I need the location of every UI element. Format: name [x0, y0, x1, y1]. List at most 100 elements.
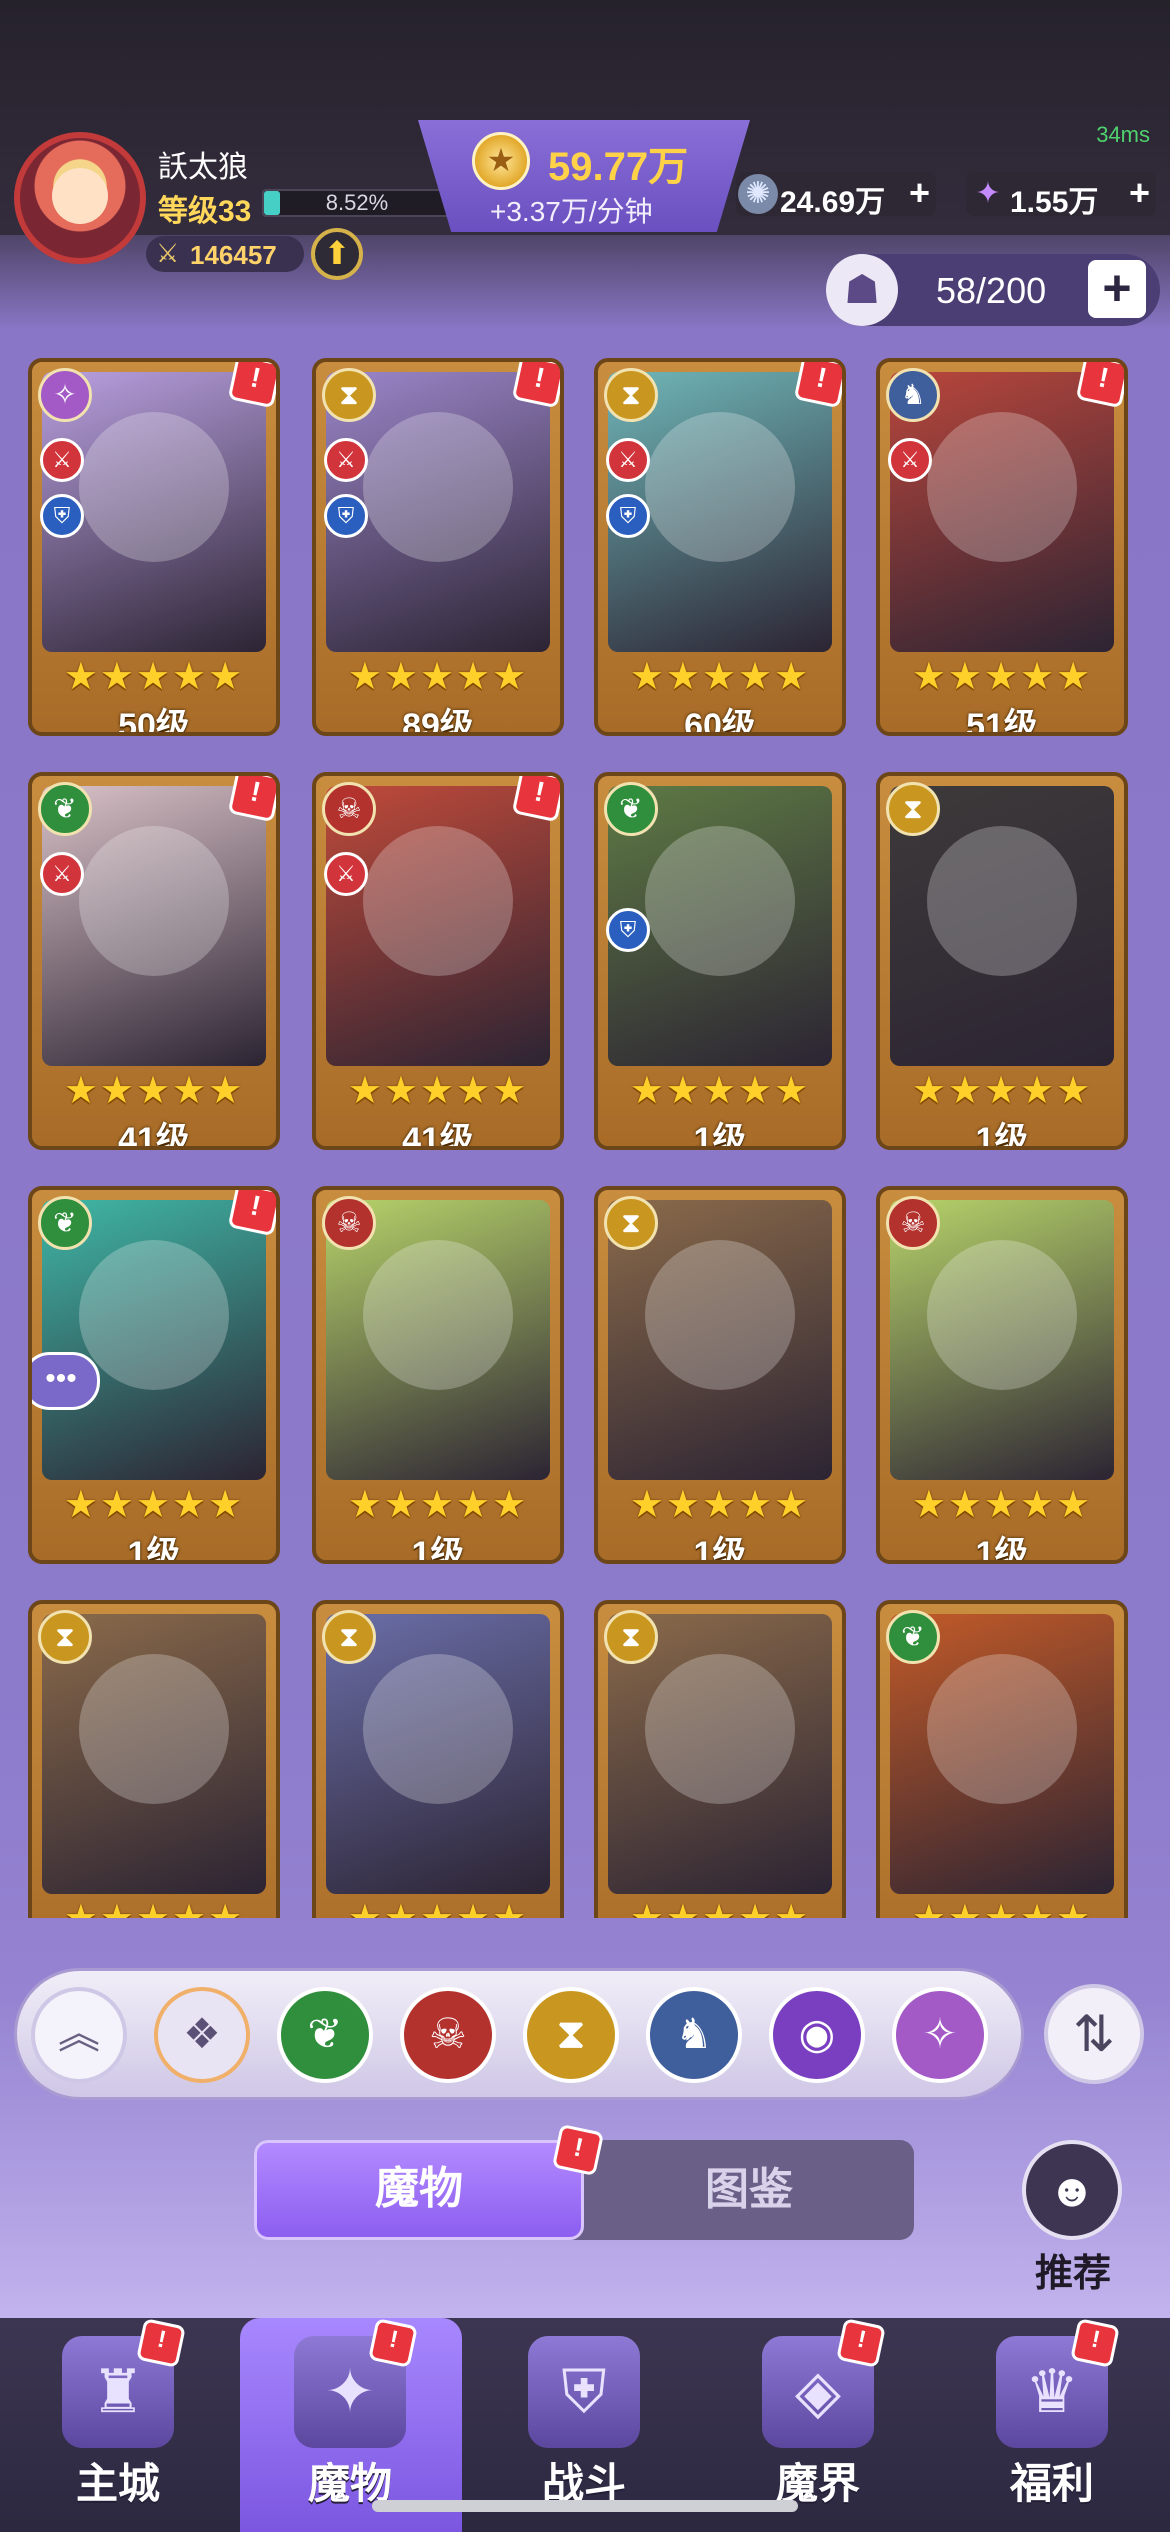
monster-card[interactable]: ⧗ ★★★★★ 1级: [876, 772, 1128, 1150]
nav-item[interactable]: ♛ 福利!: [952, 2318, 1152, 2532]
hourglass-icon: ⧗: [556, 2010, 586, 2057]
chaos-star-filter-button[interactable]: ✧: [892, 1987, 988, 2083]
diamond-grid-filter-button[interactable]: ❖: [154, 1987, 250, 2083]
faction-demon-icon: ☠: [886, 1196, 940, 1250]
demon-mask-filter-button[interactable]: ☠: [400, 1987, 496, 2083]
monster-card[interactable]: ☠ ⚔! ★★★★★ 41级: [312, 772, 564, 1150]
chaos-star-icon: ✧: [922, 2010, 958, 2057]
home-indicator: [372, 2500, 798, 2512]
dragon-icon: ♞: [675, 2010, 713, 2057]
exp-progress-bar: 8.52%: [262, 189, 452, 217]
monster-figure: [363, 1240, 513, 1390]
crystal-amount: 24.69万: [780, 186, 886, 219]
tab-monsters[interactable]: 魔物: [254, 2140, 584, 2240]
defense-role-icon: ⛨: [606, 908, 650, 952]
attack-role-icon: ⚔: [888, 438, 932, 482]
avatar-face: [52, 168, 108, 224]
nav-label: 主城: [75, 2460, 160, 2507]
gem-resource[interactable]: ✦ 1.55万 +: [966, 172, 1156, 219]
monster-card[interactable]: ⧗ ⚔ ⛨! ★★★★★ 60级: [594, 358, 846, 736]
diamond-grid-icon: ❖: [183, 2010, 221, 2057]
crystal-icon: ✺: [738, 174, 778, 214]
capacity-add-button[interactable]: +: [1088, 260, 1146, 318]
leaf-icon: ❦: [307, 2010, 343, 2057]
attack-role-icon: ⚔: [324, 438, 368, 482]
star-rating: ★★★★★: [347, 1484, 529, 1526]
player-name: 訞太狼: [158, 151, 248, 184]
monster-figure: [79, 826, 229, 976]
hourglass-filter-button[interactable]: ⧗: [523, 1987, 619, 2083]
recommend-button[interactable]: ☻: [1022, 2140, 1122, 2240]
monster-figure: [363, 1654, 513, 1804]
monster-figure: [79, 412, 229, 562]
monster-card[interactable]: ☠ ★★★★★ 1级: [876, 1186, 1128, 1564]
monster-card[interactable]: ❦! ••• ★★★★★ 1级: [28, 1186, 280, 1564]
nav-item[interactable]: ♜ 主城!: [18, 2318, 218, 2532]
tab-codex[interactable]: 图鉴: [584, 2140, 914, 2240]
exp-percent: 8.52%: [325, 190, 389, 215]
monster-card[interactable]: ⧗ ★★★★★ 1级: [594, 1186, 846, 1564]
monster-level: 41级: [402, 1121, 474, 1150]
crystal-resource[interactable]: ✺ 24.69万 +: [736, 172, 936, 219]
star-rating: ★★★★★: [911, 1484, 1093, 1526]
crystal-add-icon[interactable]: +: [909, 172, 930, 214]
monster-card[interactable]: ❦ ★★★★★: [876, 1600, 1128, 1918]
monster-figure: [645, 412, 795, 562]
star-rating: ★★★★★: [32, 1896, 276, 1918]
gem-add-icon[interactable]: +: [1129, 172, 1150, 214]
star-rating: ★★★★★: [629, 656, 811, 698]
player-avatar[interactable]: [14, 132, 146, 264]
star-rating: ★★★★★: [880, 1896, 1124, 1918]
monster-card[interactable]: ⧗ ★★★★★: [28, 1600, 280, 1918]
demon-mask-icon: ☠: [429, 2010, 467, 2057]
recommend-label[interactable]: 推荐: [1020, 2242, 1126, 2297]
nav-alert-badge: !: [836, 2318, 886, 2368]
monster-card[interactable]: ✧ ⚔ ⛨! ★★★★★ 50级: [28, 358, 280, 736]
monster-figure: [645, 1240, 795, 1390]
gold-coin-icon: ★: [472, 132, 530, 190]
faction-chaos-icon: ✧: [38, 368, 92, 422]
star-rating: ★★★★★: [63, 656, 245, 698]
monster-figure: [645, 1654, 795, 1804]
attack-role-icon: ⚔: [606, 438, 650, 482]
dragon-filter-button[interactable]: ♞: [646, 1987, 742, 2083]
player-level: 等级33: [158, 195, 252, 228]
monster-figure: [363, 826, 513, 976]
sort-button[interactable]: ⇅: [1044, 1984, 1144, 2084]
monster-level: 89级: [402, 707, 474, 736]
eye-icon: ◉: [798, 2010, 836, 2057]
power-upgrade-button[interactable]: ⬆: [311, 228, 363, 280]
defense-role-icon: ⛨: [40, 494, 84, 538]
chat-bubble-icon[interactable]: •••: [32, 1352, 100, 1410]
eye-filter-button[interactable]: ◉: [769, 1987, 865, 2083]
gold-rate: +3.37万/分钟: [490, 196, 653, 227]
star-rating: ★★★★★: [347, 656, 529, 698]
monster-figure: [927, 826, 1077, 976]
sword-power-icon: ⚔: [156, 238, 180, 268]
monster-card[interactable]: ❦ ⛨ ★★★★★ 1级: [594, 772, 846, 1150]
faction-time-icon: ⧗: [886, 782, 940, 836]
monster-card[interactable]: ⧗ ⚔ ⛨! ★★★★★ 89级: [312, 358, 564, 736]
faction-beast-icon: ♞: [886, 368, 940, 422]
faction-nature-icon: ❦: [604, 782, 658, 836]
chevron-up-double-filter-button[interactable]: ︽: [31, 1987, 127, 2083]
combat-power-value: 146457: [190, 240, 277, 270]
monster-level: 51级: [966, 707, 1038, 736]
monster-bag-icon: ☗: [826, 254, 898, 326]
monster-card[interactable]: ⧗ ★★★★★: [312, 1600, 564, 1918]
monster-card[interactable]: ☠ ★★★★★ 1级: [312, 1186, 564, 1564]
leaf-filter-button[interactable]: ❦: [277, 1987, 373, 2083]
defense-role-icon: ⛨: [324, 494, 368, 538]
attack-role-icon: ⚔: [40, 438, 84, 482]
monster-card[interactable]: ⧗ ★★★★★: [594, 1600, 846, 1918]
attack-role-icon: ⚔: [40, 852, 84, 896]
monster-figure: [927, 412, 1077, 562]
star-rating: ★★★★★: [63, 1484, 245, 1526]
capacity-count: 58/200: [936, 270, 1047, 311]
monster-level: 1级: [693, 1535, 747, 1564]
monster-grid: ✧ ⚔ ⛨! ★★★★★ 50级 ⧗ ⚔ ⛨! ★★★★★ 89级 ⧗ ⚔ ⛨! ★★★★★ 60级 ♞ ⚔! ★…: [28, 358, 1148, 1918]
monster-card[interactable]: ❦ ⚔! ★★★★★ 41级: [28, 772, 280, 1150]
monster-level: 41级: [118, 1121, 190, 1150]
monster-card[interactable]: ♞ ⚔! ★★★★★ 51级: [876, 358, 1128, 736]
monster-level: 60级: [684, 707, 756, 736]
